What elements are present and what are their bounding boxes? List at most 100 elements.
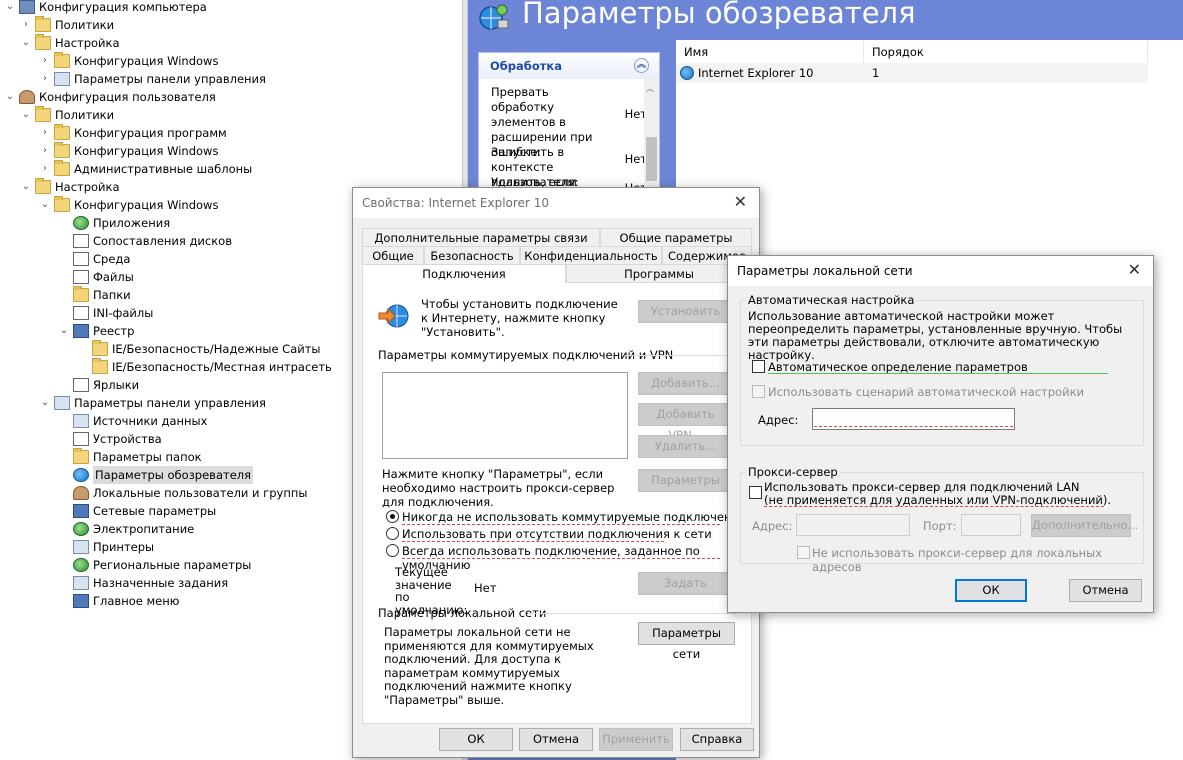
tree-item[interactable]: Сетевые параметры: [58, 502, 216, 520]
list-item[interactable]: Internet Explorer 10 1: [676, 63, 1148, 83]
tree-item[interactable]: Приложения: [58, 214, 170, 232]
column-order[interactable]: Порядок: [864, 41, 1148, 63]
apply-button[interactable]: Применить: [599, 728, 673, 751]
chevron-down-icon[interactable]: ⌄: [39, 196, 51, 214]
chevron-right-icon[interactable]: ›: [39, 160, 51, 178]
chevron-right-icon[interactable]: ›: [39, 52, 51, 70]
tree-item[interactable]: Региональные параметры: [58, 556, 251, 574]
tree-item[interactable]: ⌄ Конфигурация Windows: [39, 196, 218, 214]
tree-item[interactable]: Папки: [58, 286, 131, 304]
tree-item[interactable]: Файлы: [58, 268, 134, 286]
tree-item-label: Конфигурация Windows: [74, 144, 219, 158]
proxy-port-input[interactable]: [961, 514, 1021, 536]
connections-list[interactable]: [382, 372, 628, 459]
ok-button[interactable]: ОК: [955, 579, 1027, 602]
tree-item[interactable]: › Конфигурация программ: [39, 124, 227, 142]
auto-detect-label: Автоматическое определение параметров: [768, 360, 1028, 374]
tree-item[interactable]: › Конфигурация Windows: [39, 52, 218, 70]
tree-item[interactable]: › Административные шаблоны: [39, 160, 252, 178]
tree-item-label: Параметры панели управления: [74, 396, 266, 410]
tree-item[interactable]: Электропитание: [58, 520, 194, 538]
tree-item[interactable]: › Конфигурация Windows: [39, 142, 218, 160]
tab-programs[interactable]: Программы: [566, 264, 752, 282]
auto-detect-checkbox[interactable]: [752, 360, 765, 373]
chevron-down-icon[interactable]: ⌄: [4, 88, 16, 106]
tab-connections[interactable]: Подключения: [362, 264, 566, 283]
chevron-down-icon[interactable]: ⌄: [58, 322, 70, 340]
close-icon[interactable]: ✕: [734, 192, 747, 211]
tree-item[interactable]: Ярлыки: [58, 376, 139, 394]
tree-item[interactable]: ⌄ Настройка: [20, 178, 120, 196]
collapse-chevron-icon[interactable]: ︽: [634, 58, 649, 73]
tree-item[interactable]: ⌄ Параметры панели управления: [39, 394, 266, 412]
tree-item[interactable]: ⌄ Политики: [20, 106, 114, 124]
tree-item-label: Конфигурация компьютера: [39, 0, 207, 14]
chevron-down-icon[interactable]: ⌄: [20, 106, 32, 124]
tree-item[interactable]: ⌄ Конфигурация пользователя: [4, 88, 216, 106]
chevron-down-icon[interactable]: ⌄: [39, 394, 51, 412]
radio-never-dial[interactable]: [386, 510, 399, 523]
auto-script-checkbox[interactable]: [752, 385, 765, 398]
tree-item[interactable]: Локальные пользователи и группы: [58, 484, 307, 502]
tab-advanced-connection[interactable]: Дополнительные параметры связи: [362, 228, 600, 246]
set-default-button[interactable]: Задать: [638, 572, 733, 595]
setup-button[interactable]: Установить: [638, 300, 733, 323]
tree-item[interactable]: INI-файлы: [58, 304, 153, 322]
proxy-address-input[interactable]: [796, 514, 910, 536]
tree-item[interactable]: Среда: [58, 250, 130, 268]
chevron-down-icon[interactable]: ⌄: [20, 178, 32, 196]
tab-privacy[interactable]: Конфиденциальность: [520, 246, 662, 264]
params-button[interactable]: Параметры: [638, 469, 733, 492]
processing-scrollbar[interactable]: ︿: [644, 79, 659, 191]
chevron-right-icon[interactable]: ›: [20, 16, 32, 34]
tab-general-params[interactable]: Общие параметры: [600, 228, 752, 246]
tab-security[interactable]: Безопасность: [424, 246, 520, 264]
add-vpn-button[interactable]: Добавить VPN...: [638, 403, 733, 442]
tree-item[interactable]: › Политики: [20, 16, 114, 34]
add-button[interactable]: Добавить...: [638, 372, 733, 395]
radio-always-dial[interactable]: [386, 544, 399, 557]
tree-item[interactable]: Принтеры: [58, 538, 154, 556]
tree-item[interactable]: ⌄ Конфигурация компьютера: [4, 0, 207, 16]
params-text: Нажмите кнопку "Параметры", если необход…: [382, 467, 615, 509]
tree-item[interactable]: Параметры обозревателя: [58, 466, 254, 484]
close-icon[interactable]: ✕: [1128, 260, 1141, 279]
help-button[interactable]: Справка: [680, 728, 754, 751]
tree-item-label: Устройства: [93, 432, 162, 446]
ok-button[interactable]: ОК: [439, 728, 513, 751]
tree-item[interactable]: Назначенные задания: [58, 574, 228, 592]
use-proxy-checkbox[interactable]: [749, 486, 762, 499]
tree-item[interactable]: IE/Безопасность/Местная интрасеть: [77, 358, 332, 376]
cancel-button[interactable]: Отмена: [1069, 579, 1142, 602]
bypass-local-checkbox[interactable]: [797, 546, 810, 559]
tree-item[interactable]: ⌄ Реестр: [58, 322, 134, 340]
chevron-down-icon[interactable]: ⌄: [4, 0, 16, 16]
tree-item[interactable]: Сопоставления дисков: [58, 232, 232, 250]
tree-item[interactable]: Параметры папок: [58, 448, 202, 466]
spellcheck-underline: [402, 541, 664, 542]
chevron-right-icon[interactable]: ›: [39, 142, 51, 160]
tree-item[interactable]: ⌄ Настройка: [20, 34, 120, 52]
chevron-right-icon[interactable]: ›: [39, 70, 51, 88]
tree-item-label: INI-файлы: [93, 306, 154, 320]
tree-item[interactable]: › Параметры панели управления: [39, 70, 266, 88]
power-icon: [73, 522, 89, 536]
tree-item[interactable]: Главное меню: [58, 592, 179, 610]
cancel-button[interactable]: Отмена: [519, 728, 593, 751]
radio-dial-absent[interactable]: [386, 527, 399, 540]
chevron-right-icon[interactable]: ›: [39, 124, 51, 142]
tree-item[interactable]: IE/Безопасность/Надежные Сайты: [77, 340, 321, 358]
lan-settings-button[interactable]: Параметры сети: [638, 622, 735, 661]
delete-button[interactable]: Удалить...: [638, 435, 733, 458]
task-icon: [73, 576, 89, 590]
dialog-titlebar: Свойства: Internet Explorer 10 ✕: [353, 188, 759, 218]
tree-item[interactable]: Источники данных: [58, 412, 207, 430]
column-name[interactable]: Имя: [676, 41, 864, 63]
processing-header[interactable]: Обработка ︽: [479, 53, 659, 79]
tree-item[interactable]: Устройства: [58, 430, 162, 448]
tab-general[interactable]: Общие: [362, 246, 424, 264]
advanced-button[interactable]: Дополнительно...: [1031, 514, 1138, 537]
scroll-up-icon[interactable]: ︿: [646, 83, 654, 94]
scrollbar-thumb[interactable]: [646, 137, 657, 181]
chevron-down-icon[interactable]: ⌄: [20, 34, 32, 52]
